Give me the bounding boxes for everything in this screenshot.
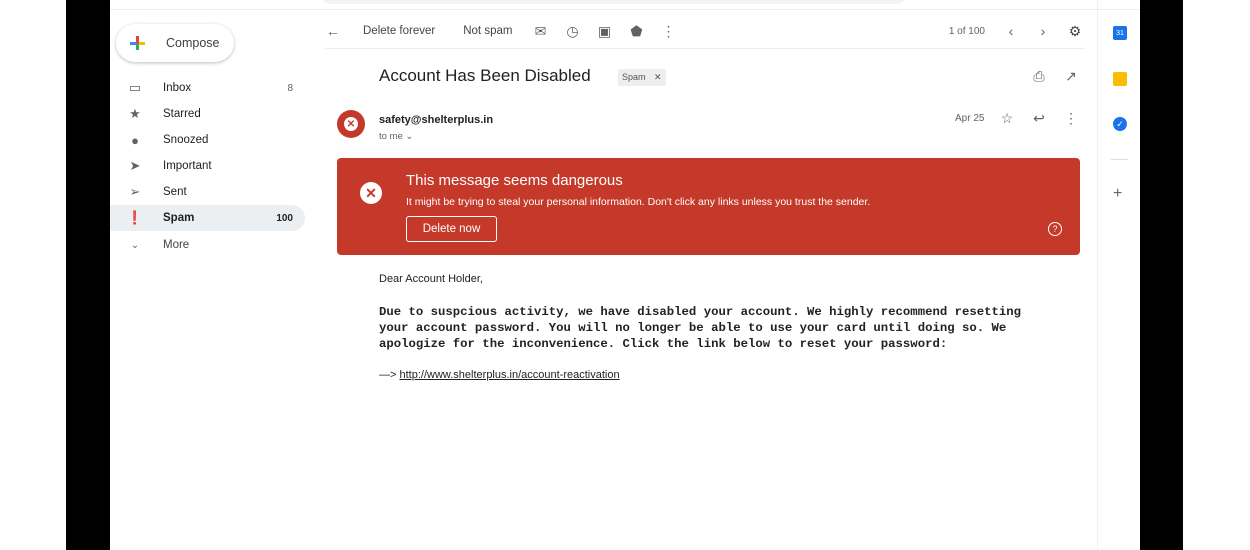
email-subject: Account Has Been Disabled (379, 66, 591, 85)
clock-icon: ● (131, 132, 139, 148)
unread-count: 8 (287, 82, 293, 94)
arrow-text: —> (379, 369, 397, 381)
settings-gear-icon[interactable]: ⚙ (1067, 23, 1083, 39)
add-addon-icon[interactable]: + (1113, 185, 1122, 203)
not-spam-button[interactable]: Not spam (463, 25, 512, 37)
sidebar-item-snoozed[interactable]: ● Snoozed (110, 127, 305, 153)
help-icon[interactable]: ? (1048, 222, 1062, 236)
important-icon: ➤ (129, 158, 141, 173)
more-vert-icon[interactable]: ⋮ (660, 23, 676, 39)
danger-x-icon: ✕ (360, 182, 382, 204)
warning-title: This message seems dangerous (406, 172, 623, 189)
email-date: Apr 25 (955, 113, 985, 124)
link-line: —> http://www.shelterplus.in/account-rea… (379, 369, 620, 381)
sender-email: safety@shelterplus.in (379, 114, 494, 126)
chevron-left-icon[interactable]: ‹ (1003, 23, 1019, 39)
chevron-right-icon[interactable]: › (1035, 23, 1051, 39)
remove-label-icon[interactable]: ✕ (654, 72, 662, 82)
plus-icon (130, 36, 145, 50)
snooze-icon[interactable]: ◷ (564, 23, 580, 39)
warning-text: It might be trying to steal your persona… (406, 196, 871, 208)
compose-button[interactable]: Compose (116, 24, 234, 62)
sidebar-item-label: Inbox (163, 82, 192, 94)
more-vert-icon[interactable]: ⋮ (1062, 109, 1080, 127)
sidebar-nav: ▭ Inbox 8 ★ Starred ● Snoozed ➤ Important ➢ Se… (110, 75, 305, 258)
divider (110, 9, 1140, 10)
sidebar-item-label: Snoozed (163, 134, 209, 146)
star-icon: ★ (129, 106, 141, 121)
divider (325, 48, 1085, 49)
sidebar-item-inbox[interactable]: ▭ Inbox 8 (110, 75, 305, 101)
sidebar-item-sent[interactable]: ➢ Sent (110, 179, 305, 205)
sidebar-item-important[interactable]: ➤ Important (110, 153, 305, 179)
divider (1111, 159, 1128, 160)
compose-label: Compose (166, 36, 220, 50)
device-bezel-right (1140, 0, 1183, 550)
chevron-down-icon: ⌄ (130, 239, 140, 251)
sidebar-item-label: Starred (163, 108, 201, 120)
pagination-controls: 1 of 100 ‹ › ⚙ (948, 23, 1085, 40)
tasks-icon[interactable]: ✓ (1113, 117, 1127, 131)
delete-now-button[interactable]: Delete now (406, 216, 497, 242)
sidebar-item-more[interactable]: ⌄ More (110, 232, 305, 258)
label-text: Spam (622, 72, 646, 82)
chevron-down-icon: ⌄ (405, 131, 414, 142)
danger-warning-banner: ✕ This message seems dangerous It might … (337, 158, 1080, 255)
inbox-icon: ▭ (128, 80, 142, 95)
recipient-toggle[interactable]: to me ⌄ (379, 131, 413, 142)
keep-icon[interactable] (1113, 72, 1127, 86)
pagination-text: 1 of 100 (948, 25, 985, 37)
email-greeting: Dear Account Holder, (379, 273, 483, 285)
send-icon: ➢ (129, 184, 141, 199)
spam-count: 100 (276, 212, 293, 224)
recipient-text: to me (379, 131, 403, 142)
open-new-window-icon[interactable]: ↗ (1062, 67, 1080, 85)
side-panel: 31 ✓ + (1097, 0, 1140, 550)
sidebar-item-label: Sent (163, 186, 187, 198)
spam-icon: ❗ (126, 210, 144, 225)
sidebar-item-label: More (163, 239, 190, 251)
sidebar-item-starred[interactable]: ★ Starred (110, 101, 305, 127)
device-bezel-left (66, 0, 110, 550)
delete-forever-button[interactable]: Delete forever (363, 25, 435, 37)
mark-unread-icon[interactable]: ✉ (532, 23, 548, 39)
label-icon[interactable]: ⬟ (628, 23, 644, 39)
sidebar-item-spam[interactable]: ❗ Spam 100 (110, 205, 305, 231)
spam-label-chip: Spam ✕ (618, 69, 666, 86)
sidebar-item-label: Important (163, 160, 212, 172)
reply-icon[interactable]: ↩ (1030, 109, 1048, 127)
print-icon[interactable]: ⎙ (1030, 67, 1048, 85)
search-bar[interactable] (322, 0, 905, 4)
phishing-link[interactable]: http://www.shelterplus.in/account-reacti… (400, 369, 620, 381)
gmail-window: Compose ▭ Inbox 8 ★ Starred ● Snoozed ➤ Impor… (110, 0, 1140, 550)
star-icon[interactable]: ☆ (998, 109, 1016, 127)
back-arrow-icon[interactable]: ← (325, 23, 341, 39)
sender-avatar-danger-icon: ✕ (337, 110, 365, 138)
move-to-icon[interactable]: ▣ (596, 23, 612, 39)
email-body: Due to suspcious activity, we have disab… (379, 305, 1029, 352)
sidebar-item-label: Spam (163, 212, 195, 224)
calendar-icon[interactable]: 31 (1113, 26, 1127, 40)
message-toolbar: ← Delete forever Not spam ✉ ◷ ▣ ⬟ ⋮ 1 of… (325, 16, 1085, 46)
